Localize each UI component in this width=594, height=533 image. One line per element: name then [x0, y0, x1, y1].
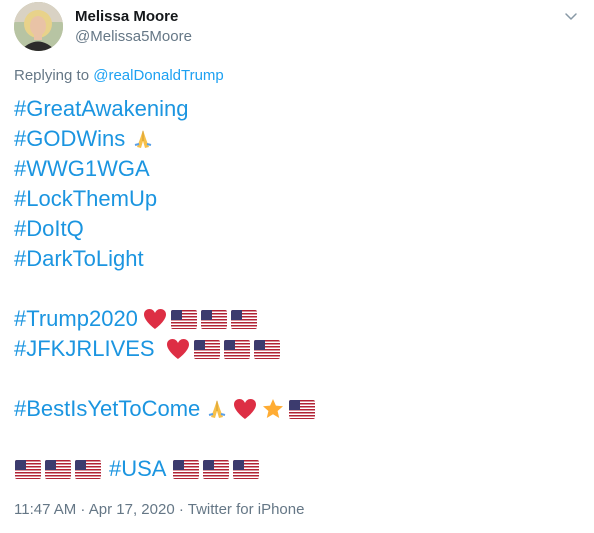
author-name[interactable]: Melissa Moore: [75, 8, 178, 25]
tweet-line-8: #JFKJRLIVES: [14, 334, 574, 364]
us-flag-icon: [200, 309, 227, 329]
line-break: [14, 424, 574, 454]
us-flag-icon: [193, 339, 220, 359]
us-flag-icon: [15, 459, 41, 479]
hashtag-darktolight[interactable]: #DarkToLight: [14, 244, 144, 274]
us-flag-icon: [203, 459, 230, 479]
hashtag-jfkjrlives[interactable]: #JFKJRLIVES: [14, 334, 155, 364]
tweet-line-4: #LockThemUp: [14, 184, 574, 214]
hashtag-greatawakening[interactable]: #GreatAwakening: [14, 94, 189, 124]
avatar[interactable]: [14, 2, 63, 51]
us-flag-icon: [223, 339, 250, 359]
reply-mention-link[interactable]: @realDonaldTrump: [93, 67, 224, 84]
hashtag-usa[interactable]: #USA: [109, 454, 166, 484]
replying-to: Replying to @realDonaldTrump: [14, 67, 224, 84]
folded-hands-icon: [131, 127, 155, 151]
tweet-line-10: #USA: [14, 454, 574, 484]
source-label[interactable]: Twitter for iPhone: [188, 501, 305, 518]
reply-prefix: Replying to: [14, 67, 94, 84]
us-flag-icon: [170, 309, 197, 329]
tweet-body: #GreatAwakening #GODWins #WWG1WGA #LockT…: [14, 94, 574, 484]
star-icon: [261, 397, 285, 421]
tweet-line-6: #DarkToLight: [14, 244, 574, 274]
tweet-line-2: #GODWins: [14, 124, 574, 154]
tweet-line-5: #DoItQ: [14, 214, 574, 244]
hashtag-godwins[interactable]: #GODWins: [14, 124, 125, 154]
folded-hands-icon: [205, 397, 229, 421]
hashtag-wwg1wga[interactable]: #WWG1WGA: [14, 154, 150, 184]
red-heart-icon: [165, 337, 191, 361]
us-flag-icon: [45, 459, 71, 479]
us-flag-icon: [253, 339, 280, 359]
line-break: [14, 274, 574, 304]
author-handle[interactable]: @Melissa5Moore: [75, 28, 192, 45]
hashtag-doitq[interactable]: #DoItQ: [14, 214, 84, 244]
us-flag-icon: [233, 459, 260, 479]
us-flag-icon: [173, 459, 200, 479]
hashtag-bestisyettocome[interactable]: #BestIsYetToCome: [14, 394, 200, 424]
hashtag-lockthemup[interactable]: #LockThemUp: [14, 184, 157, 214]
us-flag-icon: [230, 309, 257, 329]
line-break: [14, 364, 574, 394]
timestamp[interactable]: 11:47 AM · Apr 17, 2020 ·: [14, 501, 188, 518]
tweet-line-3: #WWG1WGA: [14, 154, 574, 184]
chevron-down-icon[interactable]: [564, 10, 578, 22]
tweet-line-9: #BestIsYetToCome: [14, 394, 574, 424]
us-flag-icon: [75, 459, 101, 479]
red-heart-icon: [142, 307, 168, 331]
hashtag-trump2020[interactable]: #Trump2020: [14, 304, 138, 334]
us-flag-icon: [289, 399, 316, 419]
tweet-line-7: #Trump2020: [14, 304, 574, 334]
red-heart-icon: [232, 397, 258, 421]
tweet-line-1: #GreatAwakening: [14, 94, 574, 124]
tweet-meta: 11:47 AM · Apr 17, 2020 · Twitter for iP…: [14, 501, 304, 518]
